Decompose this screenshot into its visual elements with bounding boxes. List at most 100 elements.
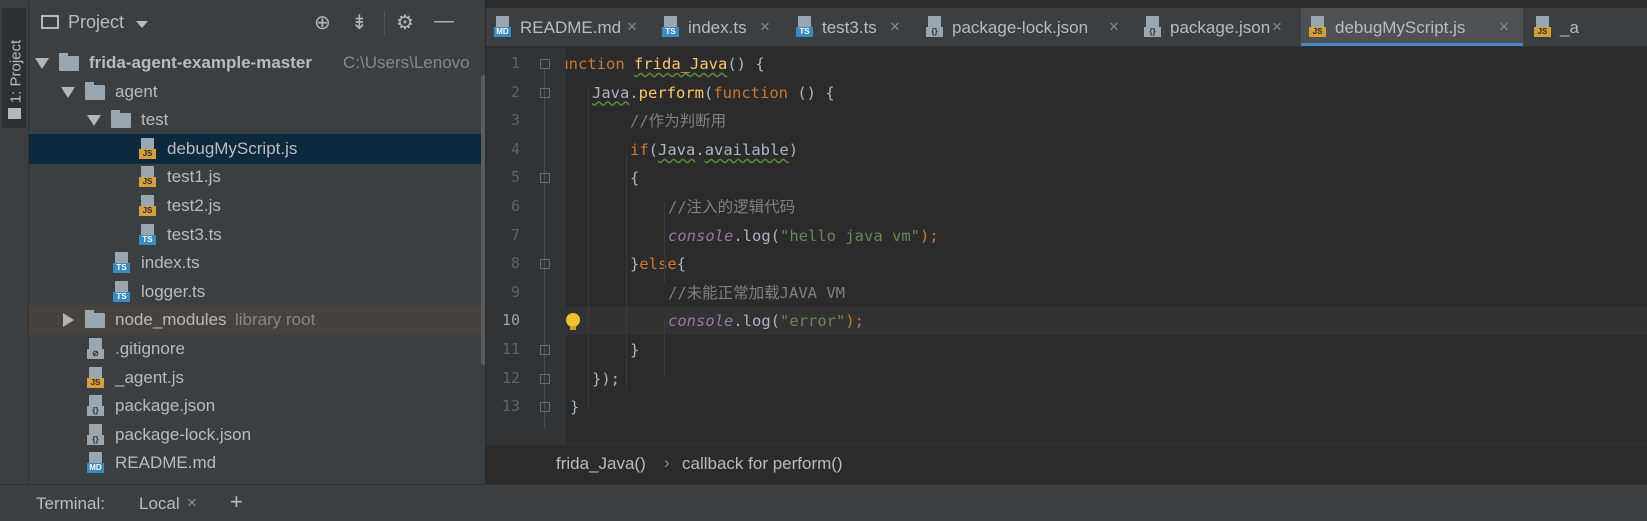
fold-marker-icon[interactable]	[540, 59, 550, 69]
fold-marker-icon[interactable]	[540, 259, 550, 270]
tree-item[interactable]: node_modules library root	[29, 305, 485, 336]
code-line[interactable]: //作为判断用	[570, 107, 726, 135]
tree-item[interactable]: JS test2.js	[29, 191, 485, 221]
code-comment: //注入的逻辑代码	[668, 198, 796, 216]
fold-marker-icon[interactable]	[540, 87, 550, 98]
tree-item[interactable]: MD README.md	[29, 448, 485, 478]
line-number: 13	[501, 397, 520, 416]
editor-tab-bar: MD README.md × TS index.ts × TS test3.ts × {} pack…	[486, 8, 1647, 47]
code-line[interactable]: console.log("error");	[566, 307, 1647, 336]
tree-item[interactable]: JS _agent.js	[29, 363, 485, 393]
folder-icon	[8, 108, 21, 119]
chevron-down-icon[interactable]	[61, 86, 75, 98]
close-icon[interactable]: ×	[890, 17, 900, 37]
code-line[interactable]: {	[570, 164, 639, 192]
folder-icon	[85, 310, 105, 329]
hide-panel-icon[interactable]: —	[434, 10, 454, 33]
js-file-icon: JS	[87, 366, 105, 389]
folder-icon	[59, 53, 79, 71]
project-view-title[interactable]: Project	[68, 12, 124, 33]
editor-tab[interactable]: TS test3.ts ×	[788, 8, 914, 46]
editor-tab[interactable]: {} package-lock.json ×	[918, 8, 1133, 46]
project-scrollbar[interactable]	[481, 75, 485, 365]
tree-item-label: package.json	[115, 396, 216, 416]
code-line[interactable]: }	[570, 393, 579, 421]
breadcrumb-item-function[interactable]: frida_Java()	[556, 454, 646, 474]
chevron-down-icon[interactable]	[136, 21, 148, 28]
code-keyword: function	[566, 55, 625, 73]
tree-item[interactable]: JS debugMyScript.js	[29, 133, 485, 164]
terminal-label: Terminal:	[36, 494, 105, 513]
chevron-right-icon[interactable]	[63, 313, 74, 328]
chevron-down-icon[interactable]	[35, 58, 49, 69]
code-editor[interactable]: function frida_Java() {Java.perform(func…	[566, 48, 1647, 444]
breadcrumb-item-callback[interactable]: callback for perform()	[682, 454, 843, 474]
close-icon[interactable]: ×	[1109, 17, 1119, 37]
code-token: {	[676, 255, 687, 274]
editor-gutter: 1 2 3 4 5 6 7 8 9 10 11 12 13	[486, 48, 566, 444]
tree-item[interactable]: TS test3.ts	[29, 220, 485, 250]
tree-item[interactable]: TS index.ts	[29, 248, 485, 278]
line-number: 5	[510, 168, 520, 187]
tree-item-label: agent	[115, 81, 158, 101]
tree-item[interactable]: JS test1.js	[29, 162, 485, 192]
editor-tab[interactable]: MD README.md ×	[486, 8, 651, 46]
property-name: available	[704, 140, 789, 159]
close-icon[interactable]: ×	[627, 17, 637, 37]
tree-item-label: debugMyScript.js	[167, 138, 298, 158]
code-keyword: if	[630, 140, 649, 159]
tree-item-hint: library root	[235, 310, 316, 330]
tree-item[interactable]: test	[29, 105, 485, 135]
code-line[interactable]: });	[570, 365, 620, 393]
chevron-down-icon[interactable]	[87, 115, 101, 127]
collapse-all-icon[interactable]: ⇟	[351, 10, 368, 35]
code-token: }	[630, 341, 640, 359]
terminal-tab-local[interactable]: Local	[139, 494, 180, 514]
tree-item[interactable]: frida-agent-example-master C:\Users\Lenov…	[29, 48, 485, 78]
code-line[interactable]: //未能正常加载JAVA VM	[570, 279, 845, 307]
code-line[interactable]: //注入的逻辑代码	[570, 193, 795, 221]
indent-guide	[626, 148, 627, 388]
tree-item[interactable]: TS logger.ts	[29, 277, 485, 307]
tree-item-label: frida-agent-example-master	[89, 53, 312, 72]
tree-item[interactable]: {} package-lock.json	[29, 420, 485, 450]
code-line[interactable]: }	[570, 336, 639, 364]
code-comment: //作为判断用	[630, 112, 727, 131]
tree-item-label: test	[141, 110, 169, 130]
code-line[interactable]: function frida_Java() {	[566, 50, 765, 78]
fold-marker-icon[interactable]	[540, 402, 550, 413]
close-icon[interactable]: ×	[1499, 17, 1509, 37]
locate-icon[interactable]: ⊕	[314, 10, 331, 35]
close-icon[interactable]: ×	[187, 493, 197, 513]
editor-tab-label: _a	[1560, 18, 1579, 37]
breadcrumb-separator: ›	[664, 453, 670, 472]
fold-marker-icon[interactable]	[540, 173, 550, 184]
tree-item[interactable]: ⊘ .gitignore	[29, 334, 485, 364]
code-line[interactable]: if(Java.available)	[570, 136, 798, 164]
code-keyword: function	[713, 83, 788, 102]
line-number: 11	[501, 340, 520, 358]
add-terminal-icon[interactable]: +	[230, 489, 243, 515]
code-line[interactable]: Java.perform(function () {	[570, 79, 835, 107]
close-icon[interactable]: ×	[760, 17, 770, 37]
project-tool-button[interactable]: 1: Project	[2, 8, 26, 128]
ts-file-icon: TS	[796, 16, 814, 38]
editor-tab[interactable]: {} package.json ×	[1136, 8, 1296, 46]
editor-tab[interactable]: JS _a	[1526, 8, 1647, 46]
tree-item[interactable]: agent	[29, 77, 485, 107]
editor-tab[interactable]: JS debugMyScript.js ×	[1301, 8, 1523, 46]
close-icon[interactable]: ×	[1272, 17, 1282, 37]
console-object: console	[668, 226, 734, 245]
tree-item-label: test1.js	[167, 167, 221, 187]
tree-item[interactable]: {} package.json	[29, 391, 485, 421]
gitignore-file-icon: ⊘	[87, 338, 105, 360]
editor-tab[interactable]: TS index.ts ×	[654, 8, 784, 46]
code-token: .log(	[733, 226, 780, 245]
code-token: (	[704, 83, 714, 102]
fold-marker-icon[interactable]	[540, 373, 550, 384]
gear-icon[interactable]: ⚙	[396, 10, 414, 35]
fold-marker-icon[interactable]	[540, 345, 550, 355]
code-token: }	[630, 255, 640, 274]
js-file-icon: JS	[139, 195, 157, 217]
lightbulb-icon[interactable]	[566, 313, 580, 331]
